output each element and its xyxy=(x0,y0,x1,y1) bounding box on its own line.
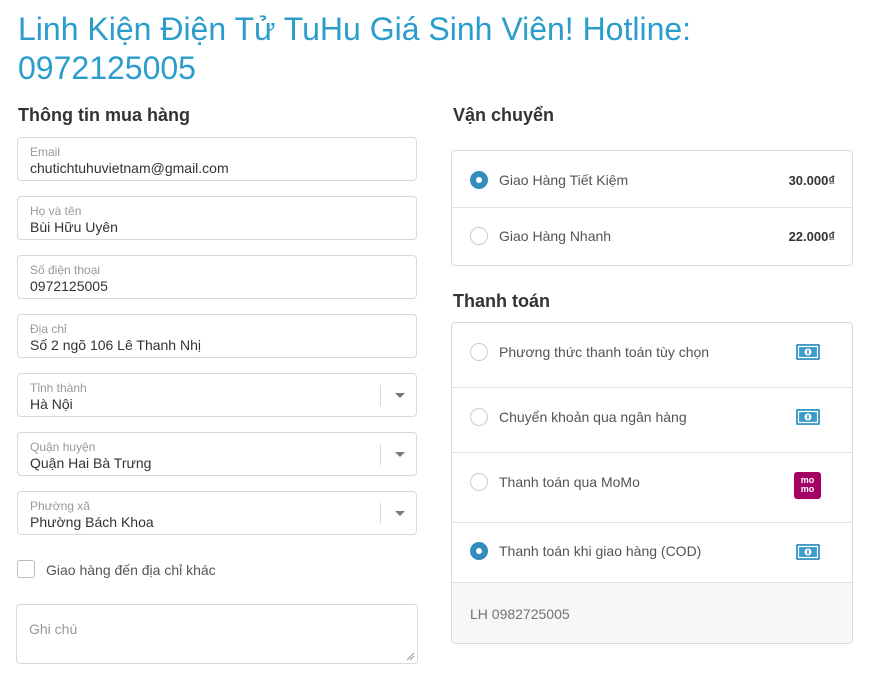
payment-radio-cod[interactable] xyxy=(470,542,488,560)
cash-icon xyxy=(796,544,820,560)
district-value: Quận Hai Bà Trưng xyxy=(30,455,152,471)
payment-note: LH 0982725005 xyxy=(470,606,570,622)
phone-field[interactable]: Số điện thoại 0972125005 xyxy=(17,255,417,299)
momo-logo-text-bottom: mo xyxy=(800,484,815,494)
phone-value: 0972125005 xyxy=(30,278,108,294)
province-select[interactable]: Tỉnh thành Hà Nội xyxy=(17,373,417,417)
payment-option-label[interactable]: Thanh toán khi giao hàng (COD) xyxy=(499,543,701,559)
resize-grip-icon[interactable] xyxy=(406,652,415,661)
address-field[interactable]: Địa chỉ Số 2 ngõ 106 Lê Thanh Nhị xyxy=(17,314,417,358)
momo-logo-icon: mo mo xyxy=(794,472,821,499)
payment-option-bank-transfer[interactable]: Chuyển khoản qua ngân hàng xyxy=(452,388,852,453)
ship-other-address-label[interactable]: Giao hàng đến địa chỉ khác xyxy=(46,562,216,578)
payment-option-label[interactable]: Chuyển khoản qua ngân hàng xyxy=(499,409,687,425)
select-divider xyxy=(380,444,381,465)
fullname-field[interactable]: Họ và tên Bùi Hữu Uyên xyxy=(17,196,417,240)
payment-radio-momo[interactable] xyxy=(470,473,488,491)
shipping-option-label[interactable]: Giao Hàng Nhanh xyxy=(499,228,611,244)
shipping-option-ghn[interactable]: Giao Hàng Nhanh 22.000₫ xyxy=(452,208,852,265)
select-divider xyxy=(380,385,381,406)
fullname-value: Bùi Hữu Uyên xyxy=(30,219,118,235)
payment-cod-info: LH 0982725005 xyxy=(452,583,852,643)
address-value: Số 2 ngõ 106 Lê Thanh Nhị xyxy=(30,337,201,353)
payment-option-label[interactable]: Thanh toán qua MoMo xyxy=(499,474,640,490)
cash-icon xyxy=(796,409,820,425)
payment-option-label[interactable]: Phương thức thanh toán tùy chọn xyxy=(499,344,709,360)
payment-radio-custom[interactable] xyxy=(470,343,488,361)
shipping-radio-ghn[interactable] xyxy=(470,227,488,245)
email-field[interactable]: Email chutichtuhuvietnam@gmail.com xyxy=(17,137,417,181)
chevron-down-icon[interactable] xyxy=(395,511,405,516)
shipping-option-label[interactable]: Giao Hàng Tiết Kiệm xyxy=(499,172,628,188)
address-label: Địa chỉ xyxy=(30,322,67,336)
customer-info-heading: Thông tin mua hàng xyxy=(18,105,190,125)
note-textarea[interactable]: Ghi chú xyxy=(16,604,418,664)
payment-radio-bank-transfer[interactable] xyxy=(470,408,488,426)
payment-options: Phương thức thanh toán tùy chọn Chuyển k… xyxy=(451,322,853,644)
shipping-option-price: 30.000₫ xyxy=(788,173,835,188)
note-placeholder: Ghi chú xyxy=(29,621,78,637)
email-value: chutichtuhuvietnam@gmail.com xyxy=(30,160,229,176)
shipping-options: Giao Hàng Tiết Kiệm 30.000₫ Giao Hàng Nh… xyxy=(451,150,853,266)
ship-other-address-checkbox[interactable] xyxy=(17,560,35,578)
ward-select[interactable]: Phường xã Phường Bách Khoa xyxy=(17,491,417,535)
phone-label: Số điện thoại xyxy=(30,263,101,277)
chevron-down-icon[interactable] xyxy=(395,393,405,398)
district-select[interactable]: Quận huyện Quận Hai Bà Trưng xyxy=(17,432,417,476)
email-label: Email xyxy=(30,145,61,159)
province-value: Hà Nội xyxy=(30,396,73,412)
store-title: Linh Kiện Điện Tử TuHu Giá Sinh Viên! Ho… xyxy=(18,11,692,86)
shipping-option-price: 22.000₫ xyxy=(788,229,835,244)
ward-label: Phường xã xyxy=(30,499,90,513)
shipping-radio-ghtk[interactable] xyxy=(470,171,488,189)
province-label: Tỉnh thành xyxy=(30,381,87,395)
payment-option-cod[interactable]: Thanh toán khi giao hàng (COD) xyxy=(452,523,852,583)
payment-heading: Thanh toán xyxy=(453,291,550,311)
ward-value: Phường Bách Khoa xyxy=(30,514,154,530)
cash-icon xyxy=(796,344,820,360)
select-divider xyxy=(380,503,381,524)
chevron-down-icon[interactable] xyxy=(395,452,405,457)
payment-option-momo[interactable]: Thanh toán qua MoMo mo mo xyxy=(452,453,852,523)
shipping-heading: Vận chuyển xyxy=(453,105,555,125)
district-label: Quận huyện xyxy=(30,440,96,454)
shipping-option-ghtk[interactable]: Giao Hàng Tiết Kiệm 30.000₫ xyxy=(452,151,852,208)
fullname-label: Họ và tên xyxy=(30,204,82,218)
payment-option-custom[interactable]: Phương thức thanh toán tùy chọn xyxy=(452,323,852,388)
